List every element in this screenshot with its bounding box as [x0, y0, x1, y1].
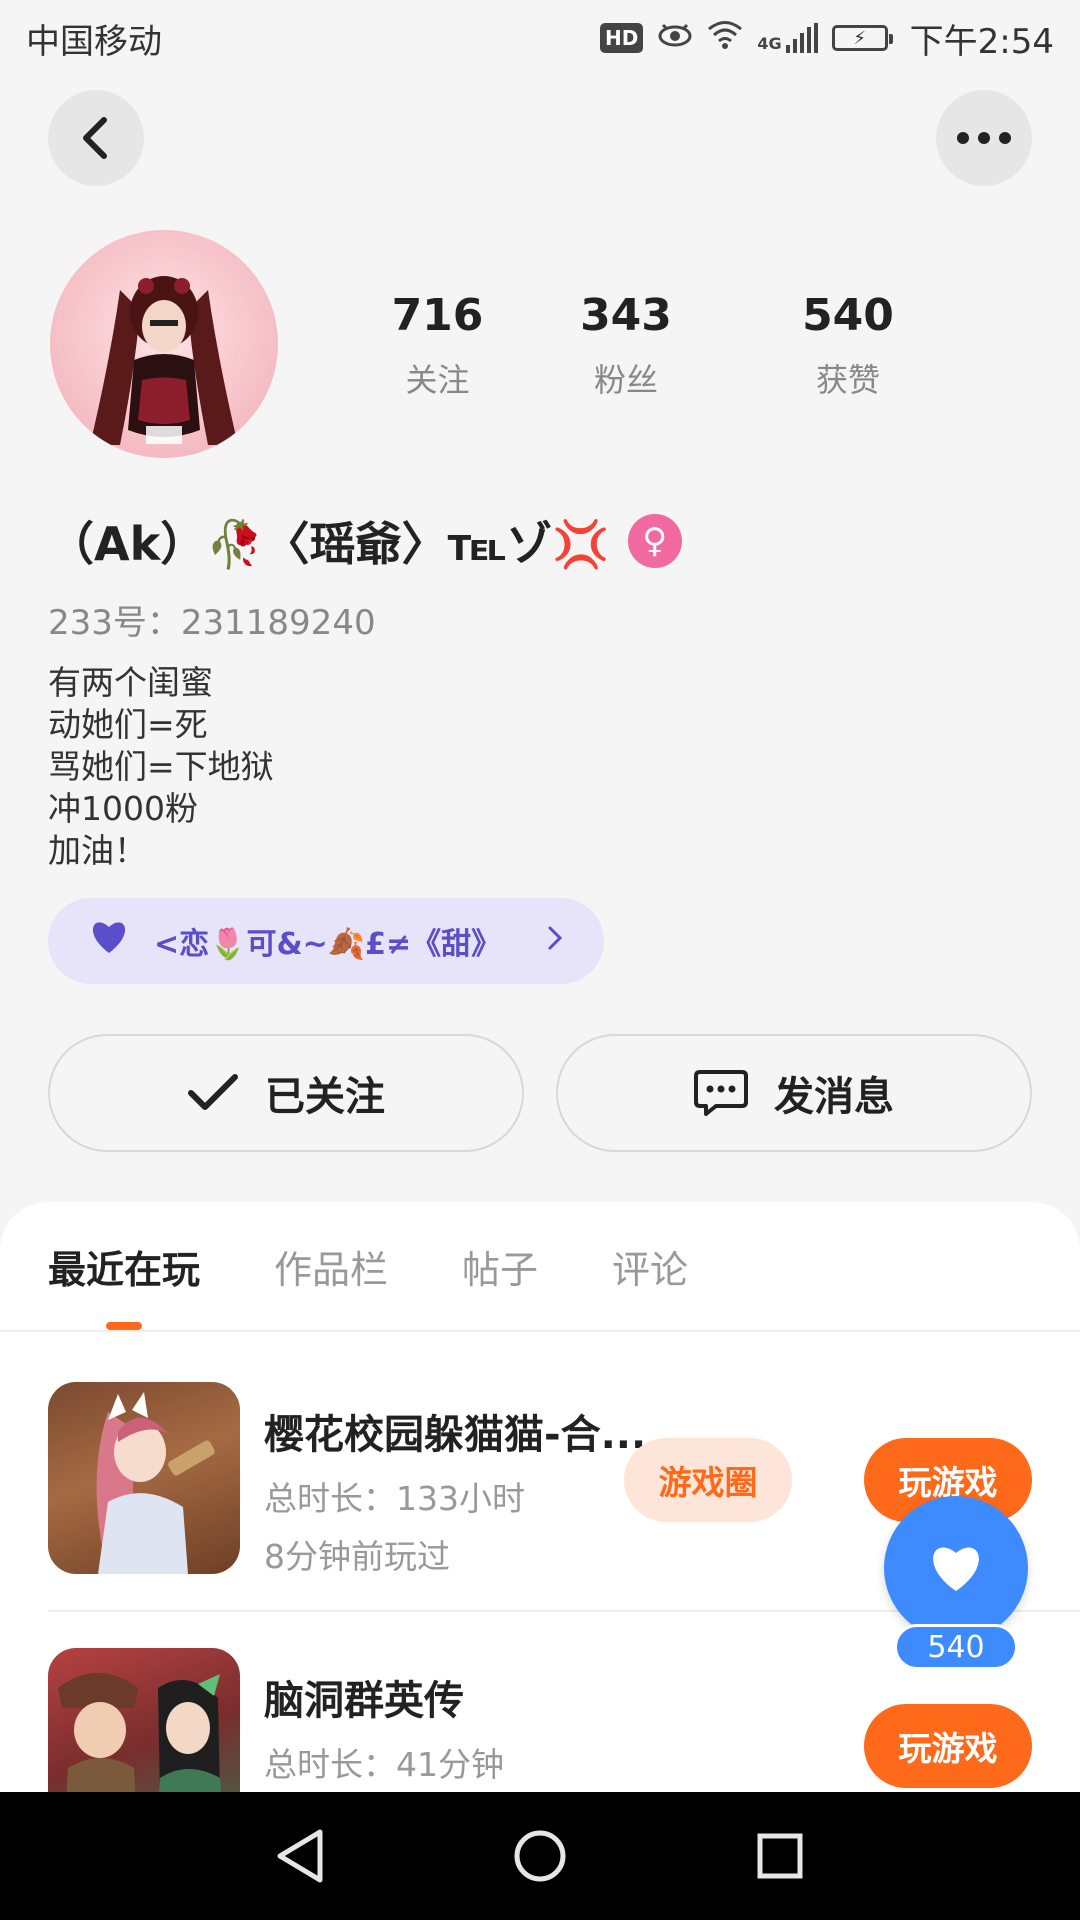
- bio: 有两个闺蜜 动她们=死 骂她们=下地狱 冲1000粉 加油！: [48, 662, 274, 872]
- bio-line: 骂她们=下地狱: [48, 747, 274, 786]
- avatar-character-image: [90, 276, 238, 445]
- game-info: 脑洞群英传 总时长：41分钟: [264, 1668, 504, 1786]
- system-nav-bar: [0, 1792, 1080, 1920]
- chat-bubble-icon: [694, 1070, 748, 1116]
- send-message-label: 发消息: [774, 1074, 894, 1120]
- like-count-badge: 540: [894, 1624, 1018, 1670]
- chevron-right-icon: [546, 921, 564, 961]
- heart-icon: [933, 1547, 979, 1591]
- network-type: 4G: [757, 34, 782, 53]
- eye-icon: [657, 21, 693, 56]
- game-circle-button[interactable]: 游戏圈: [624, 1438, 792, 1522]
- game-duration: 总时长：133小时: [264, 1479, 525, 1518]
- game-icon[interactable]: [48, 1648, 240, 1792]
- nav-recents-button[interactable]: [740, 1816, 820, 1896]
- stat-label: 关注: [405, 361, 470, 399]
- content-panel: 最近在玩 作品栏 帖子 评论 樱花校园躲猫猫-合... 总时长：133小时 8分…: [0, 1202, 1080, 1792]
- signal-icon: 4G: [757, 23, 818, 53]
- stat-likes[interactable]: 540 获赞: [737, 290, 959, 401]
- bio-line: 冲1000粉: [48, 789, 198, 828]
- heart-icon: [88, 919, 130, 964]
- game-title: 樱花校园躲猫猫-合...: [264, 1412, 647, 1458]
- nickname-row: （Ak）🥀〈瑶爺〉℡ゾ💢 ♀: [48, 508, 682, 574]
- tab-posts[interactable]: 帖子: [462, 1239, 538, 1330]
- triangle-back-icon: [277, 1829, 323, 1883]
- game-duration: 总时长：41分钟: [264, 1745, 504, 1784]
- stat-value: 540: [802, 290, 894, 341]
- stat-value: 716: [391, 290, 484, 341]
- wifi-icon: [707, 19, 743, 57]
- relation-text: <恋🌷可&~🍂£≠《甜》: [154, 927, 502, 962]
- nav-back-button[interactable]: [260, 1816, 340, 1896]
- avatar[interactable]: [50, 230, 278, 458]
- check-icon: [188, 1074, 238, 1110]
- female-gender-icon: ♀: [627, 514, 682, 568]
- stat-fans[interactable]: 343 粉丝: [515, 290, 737, 401]
- profile-tabs: 最近在玩 作品栏 帖子 评论: [0, 1202, 1080, 1332]
- user-id: 233号：231189240: [48, 603, 376, 643]
- clock: 下午2:54: [909, 21, 1054, 62]
- followed-label: 已关注: [265, 1074, 385, 1120]
- game-list-item[interactable]: 樱花校园躲猫猫-合... 总时长：133小时 8分钟前玩过 游戏圈 玩游戏: [48, 1382, 1032, 1576]
- game-title: 脑洞群英传: [264, 1678, 464, 1724]
- nav-home-button[interactable]: [500, 1816, 580, 1896]
- stat-following[interactable]: 716 关注: [360, 290, 515, 401]
- stat-value: 343: [580, 290, 672, 341]
- nickname: （Ak）🥀〈瑶爺〉℡ゾ💢: [48, 517, 610, 571]
- play-game-button[interactable]: 玩游戏: [864, 1704, 1032, 1788]
- hd-icon: HD: [600, 23, 644, 53]
- game-icon[interactable]: [48, 1382, 240, 1574]
- game-info: 樱花校园躲猫猫-合... 总时长：133小时 8分钟前玩过: [264, 1402, 646, 1578]
- stat-label: 获赞: [815, 361, 880, 399]
- tab-recently-played[interactable]: 最近在玩: [48, 1239, 200, 1330]
- relation-badge[interactable]: <恋🌷可&~🍂£≠《甜》: [48, 898, 604, 984]
- stat-label: 粉丝: [593, 361, 658, 399]
- status-icons: HD 4G ⚡ 下午2:54: [600, 14, 1054, 63]
- bio-line: 有两个闺蜜: [48, 663, 213, 702]
- game-list-item[interactable]: 脑洞群英传 总时长：41分钟 玩游戏: [48, 1648, 1032, 1792]
- back-button[interactable]: [48, 90, 144, 186]
- carrier-label: 中国移动: [26, 21, 162, 62]
- chevron-left-icon: [83, 117, 107, 159]
- status-bar: 中国移动 HD 4G ⚡ 下午2:54: [0, 0, 1080, 76]
- game-last-played: 8分钟前玩过: [264, 1537, 450, 1576]
- battery-icon: ⚡: [831, 25, 893, 51]
- floating-like-button[interactable]: [884, 1496, 1028, 1640]
- more-dots-icon: [957, 132, 1011, 144]
- square-recents-icon: [757, 1833, 803, 1879]
- bio-line: 动她们=死: [48, 705, 208, 744]
- more-options-button[interactable]: [936, 90, 1032, 186]
- tab-comments[interactable]: 评论: [612, 1239, 688, 1330]
- profile-stats: 716 关注 343 粉丝 540 获赞: [360, 290, 1000, 401]
- tab-works[interactable]: 作品栏: [274, 1239, 388, 1330]
- send-message-button[interactable]: 发消息: [556, 1034, 1032, 1152]
- followed-button[interactable]: 已关注: [48, 1034, 524, 1152]
- bio-line: 加油！: [48, 831, 147, 870]
- circle-home-icon: [514, 1830, 566, 1882]
